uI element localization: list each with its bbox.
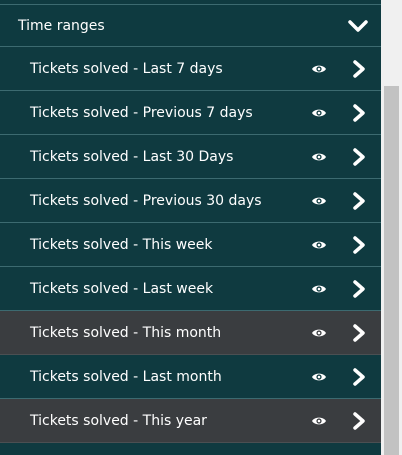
chevron-right-icon[interactable] [351,323,367,343]
chevron-right-icon[interactable] [351,279,367,299]
eye-icon[interactable] [311,239,327,251]
chevron-right-icon[interactable] [351,191,367,211]
chevron-down-icon[interactable] [347,15,369,37]
vertical-scrollbar[interactable] [381,0,402,455]
list-item-label: Tickets solved - This week [30,236,213,253]
chevron-right-icon[interactable] [351,103,367,123]
list-item[interactable]: Tickets solved - Previous 30 days [0,179,381,223]
chevron-right-icon[interactable] [351,367,367,387]
eye-icon[interactable] [311,371,327,383]
list-item[interactable]: Tickets solved - This year [0,399,381,443]
chevron-right-icon[interactable] [351,411,367,431]
time-ranges-header[interactable]: Time ranges [0,5,381,47]
eye-icon[interactable] [311,107,327,119]
eye-icon[interactable] [311,327,327,339]
eye-icon[interactable] [311,283,327,295]
list-item[interactable]: Tickets solved - Last 30 Days [0,135,381,179]
time-ranges-list: Tickets solved - Last 7 days Tickets solv… [0,47,381,443]
chevron-right-icon[interactable] [351,59,367,79]
list-item[interactable]: Tickets solved - Last week [0,267,381,311]
section-title: Time ranges [18,17,105,34]
list-item-label: Tickets solved - This month [30,324,222,341]
chevron-right-icon[interactable] [351,235,367,255]
list-item[interactable]: Tickets solved - This week [0,223,381,267]
eye-icon[interactable] [311,63,327,75]
list-item[interactable]: Tickets solved - Last month [0,355,381,399]
chevron-right-icon[interactable] [351,147,367,167]
time-ranges-window: Time ranges Tickets solved - Last 7 days… [0,0,402,455]
list-item[interactable]: Tickets solved - Last 7 days [0,47,381,91]
scrollbar-thumb[interactable] [384,86,399,455]
list-item-label: Tickets solved - Previous 30 days [30,192,262,209]
list-item-label: Tickets solved - Previous 7 days [30,104,253,121]
eye-icon[interactable] [311,151,327,163]
list-item-label: Tickets solved - Last 30 Days [30,148,234,165]
list-item-label: Tickets solved - Last week [30,280,214,297]
list-item-label: Tickets solved - Last 7 days [30,60,223,77]
list-item-label: Tickets solved - This year [30,412,207,429]
eye-icon[interactable] [311,415,327,427]
list-item[interactable]: Tickets solved - This month [0,311,381,355]
list-item[interactable]: Tickets solved - Previous 7 days [0,91,381,135]
list-item-label: Tickets solved - Last month [30,368,222,385]
eye-icon[interactable] [311,195,327,207]
time-ranges-panel: Time ranges Tickets solved - Last 7 days… [0,0,381,455]
